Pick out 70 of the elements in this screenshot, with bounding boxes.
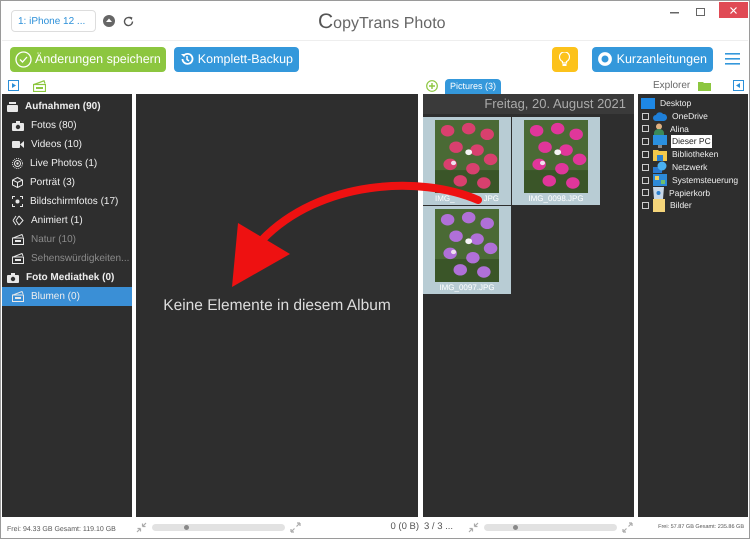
globe-network-icon — [653, 160, 667, 174]
album-icon[interactable] — [33, 80, 46, 92]
album-group-header[interactable]: Aufnahmen (90) — [2, 97, 132, 116]
add-circle-icon[interactable] — [426, 80, 438, 92]
app-logo-title: CopyTrans Photo — [318, 9, 446, 35]
shrink-icon[interactable] — [468, 522, 480, 532]
photo-count: 3 / 3 ... — [424, 520, 454, 534]
zoom-slider-thumb[interactable] — [184, 524, 189, 530]
play-square-icon[interactable] — [8, 80, 19, 91]
close-button[interactable] — [719, 2, 748, 18]
explorer-item[interactable]: Systemsteuerung — [671, 174, 740, 187]
zoom-slider-thumb[interactable] — [513, 524, 518, 530]
camera-icon — [12, 120, 24, 130]
explorer-label: Explorer — [653, 79, 690, 93]
explorer-item[interactable]: Alina — [669, 122, 690, 136]
explorer-item[interactable]: Desktop — [659, 97, 692, 110]
monitor-icon — [653, 135, 667, 148]
album-item[interactable]: Live Photos (1) — [2, 154, 132, 173]
album-group-header[interactable]: Foto Mediathek (0) — [2, 268, 132, 287]
date-heading: Freitag, 20. August 2021 — [484, 95, 626, 114]
cloud-icon — [653, 112, 667, 121]
photo-filename: IMG_0097.JPG — [439, 282, 495, 294]
camera-icon — [7, 272, 19, 282]
eject-icon[interactable] — [103, 15, 115, 27]
device-dropdown[interactable]: 1: iPhone 12 ... — [11, 10, 96, 32]
explorer-item[interactable]: Dieser PC — [671, 135, 712, 148]
album-item[interactable]: Animiert (1) — [2, 211, 132, 230]
close-icon — [730, 6, 737, 14]
folder-icon — [653, 148, 667, 161]
explorer-item[interactable]: Papierkorb — [668, 186, 712, 200]
album-item[interactable]: Fotos (80) — [2, 116, 132, 135]
explorer-item[interactable]: OneDrive — [671, 110, 709, 123]
shrink-icon[interactable] — [136, 522, 147, 532]
photo-filename: IMG_0098.JPG — [528, 193, 584, 205]
album-icon — [12, 234, 24, 245]
selection-size: 0 (0 B) — [390, 520, 419, 534]
folder-icon[interactable] — [698, 80, 712, 90]
album-item[interactable]: Porträt (3) — [2, 173, 132, 192]
video-camera-icon — [12, 140, 24, 149]
album-stack-icon — [7, 102, 18, 112]
empty-album-message: Keine Elemente in diesem Album — [163, 296, 391, 316]
album-item[interactable]: Videos (10) — [2, 135, 132, 154]
album-icon — [12, 291, 24, 302]
folder-icon — [653, 199, 665, 212]
explorer-item[interactable]: Netzwerk — [671, 161, 708, 174]
animation-icon — [12, 215, 24, 226]
album-icon — [12, 253, 24, 264]
refresh-icon[interactable] — [123, 16, 134, 26]
album-item[interactable]: Bildschirmfotos (17) — [2, 192, 132, 211]
concentric-circles-icon — [12, 158, 23, 169]
screenshot-frame-icon — [12, 196, 23, 207]
expand-icon[interactable] — [290, 522, 301, 532]
user-icon — [653, 122, 665, 136]
photo-filename: JPG — [483, 193, 499, 205]
expand-icon[interactable] — [622, 522, 634, 532]
photo-filename: IMG_ — [435, 193, 455, 205]
desktop-icon — [641, 98, 655, 109]
menu-icon[interactable] — [725, 53, 740, 65]
explorer-item[interactable]: Bibliotheken — [671, 148, 720, 161]
light-bulb-icon — [559, 52, 570, 66]
minimize-icon[interactable] — [670, 12, 679, 14]
check-circle-icon — [15, 50, 32, 68]
lifebuoy-icon — [598, 52, 612, 66]
recycle-bin-icon — [653, 186, 664, 200]
explorer-item[interactable]: Bilder — [669, 199, 693, 212]
history-icon — [180, 52, 194, 66]
maximize-icon[interactable] — [696, 8, 705, 16]
collapse-panel-icon[interactable] — [733, 80, 744, 91]
cube-icon — [12, 177, 23, 188]
control-panel-icon — [653, 174, 667, 186]
